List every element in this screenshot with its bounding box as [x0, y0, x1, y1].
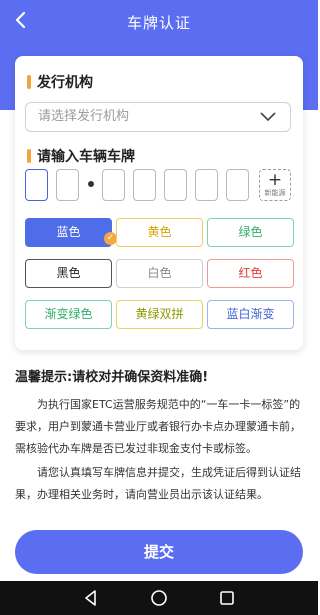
color-label: 黑色: [56, 266, 81, 280]
color-option[interactable]: 红色: [207, 259, 294, 288]
tip-paragraph-2: 请您认真填写车牌信息并提交，生成凭证后得到认证结果，办理相关业务时，请向营业员出…: [15, 466, 301, 501]
color-label: 蓝色: [56, 225, 81, 239]
new-energy-button[interactable]: + 新能源: [259, 169, 291, 201]
color-label: 白色: [147, 266, 172, 280]
plate-char-5[interactable]: [164, 169, 187, 201]
color-label: 黄色: [147, 225, 172, 239]
submit-button[interactable]: 提交: [15, 530, 303, 574]
plate-char-6[interactable]: [195, 169, 218, 201]
page-title: 车牌认证: [126, 14, 191, 32]
tip-paragraph-1: 为执行国家ETC运营服务规范中的“一车一卡一标签”的要求，用户到蒙通卡营业厅或者…: [15, 398, 301, 455]
color-option[interactable]: 渐变绿色: [25, 300, 112, 329]
issuer-select[interactable]: 请选择发行机构: [25, 102, 291, 132]
nav-back-icon[interactable]: [82, 589, 100, 607]
plate-char-4[interactable]: [133, 169, 156, 201]
color-option[interactable]: 黄绿双拼: [116, 300, 203, 329]
color-option[interactable]: 蓝色 ✓: [25, 218, 117, 247]
issuer-heading: 发行机构: [27, 72, 93, 92]
color-label: 绿色: [238, 225, 263, 239]
color-label: 蓝白渐变: [226, 307, 275, 321]
plate-separator-dot: [88, 181, 94, 187]
chevron-down-icon: [260, 112, 276, 122]
form-card: 发行机构 请选择发行机构 请输入车辆车牌 + 新能源 蓝色 ✓ 黄色 绿色 黑色 …: [15, 56, 303, 350]
plate-char-1[interactable]: [25, 169, 48, 201]
plate-heading: 请输入车辆车牌: [27, 146, 135, 166]
color-option[interactable]: 黑色: [25, 259, 112, 288]
nav-recents-icon[interactable]: [218, 589, 236, 607]
color-label: 红色: [238, 266, 263, 280]
color-option[interactable]: 蓝白渐变: [207, 300, 294, 329]
color-label: 黄绿双拼: [135, 307, 184, 321]
plus-icon: +: [267, 170, 283, 190]
accent-bar: [27, 149, 31, 163]
color-option[interactable]: 绿色: [207, 218, 294, 247]
accent-bar: [27, 75, 31, 89]
plate-char-2[interactable]: [56, 169, 79, 201]
plate-input-row: + 新能源: [25, 169, 295, 201]
system-nav-bar: [0, 581, 318, 615]
issuer-placeholder: 请选择发行机构: [38, 109, 130, 124]
plate-char-7[interactable]: [226, 169, 249, 201]
color-label: 渐变绿色: [44, 307, 93, 321]
color-option[interactable]: 黄色: [116, 218, 203, 247]
plate-heading-text: 请输入车辆车牌: [37, 149, 135, 165]
plate-char-3[interactable]: [102, 169, 125, 201]
issuer-heading-text: 发行机构: [37, 75, 93, 91]
new-energy-label: 新能源: [264, 189, 286, 197]
nav-home-icon[interactable]: [150, 589, 168, 607]
color-option[interactable]: 白色: [116, 259, 203, 288]
tips-title: 温馨提示:请校对并确保资料准确!: [15, 370, 209, 385]
